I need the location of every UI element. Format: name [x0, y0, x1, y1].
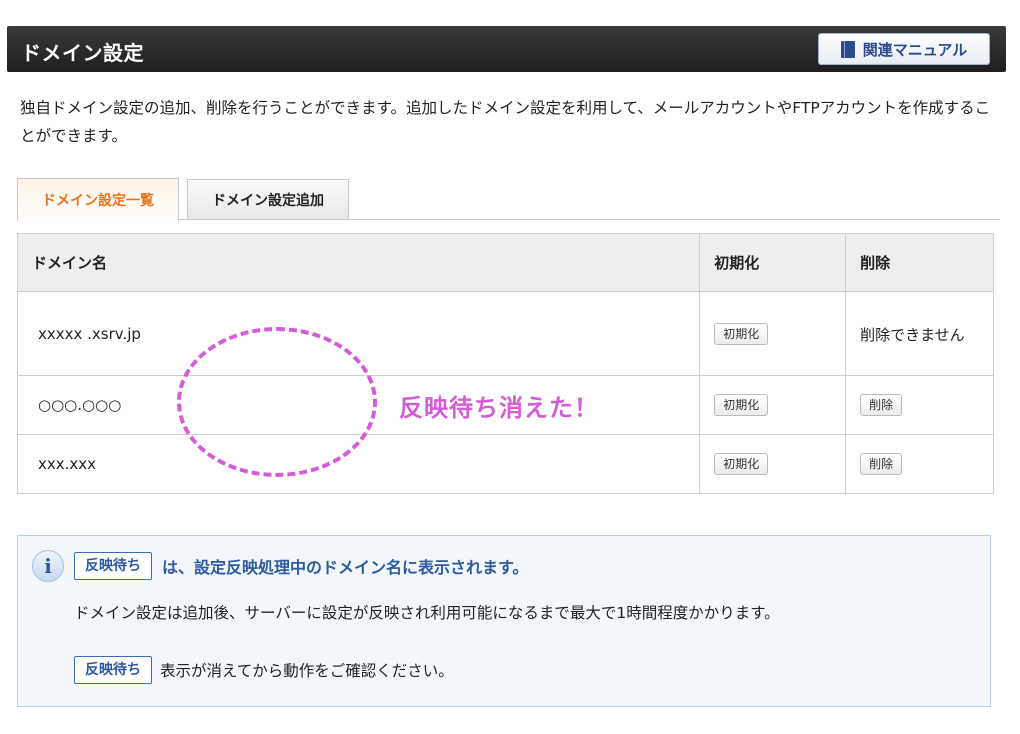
table-row: xxxxx .xsrv.jp 初期化 削除できません: [16, 291, 994, 376]
tab-domain-add[interactable]: ドメイン設定追加: [187, 179, 349, 219]
delete-unavailable-text: 削除できません: [845, 291, 994, 376]
pending-badge: 反映待ち: [74, 552, 152, 580]
info-box: i 反映待ち は、設定反映処理中のドメイン名に表示されます。 ドメイン設定は追加…: [17, 535, 991, 707]
info-heading: 反映待ち は、設定反映処理中のドメイン名に表示されます。: [74, 552, 528, 580]
tab-domain-list[interactable]: ドメイン設定一覧: [17, 178, 179, 221]
delete-button[interactable]: 削除: [860, 453, 903, 475]
delete-button[interactable]: 削除: [860, 394, 903, 416]
init-button[interactable]: 初期化: [714, 453, 769, 475]
delete-cell: 削除: [845, 434, 994, 494]
info-icon: i: [32, 550, 64, 582]
column-header-domain: ドメイン名: [16, 233, 701, 292]
table-row: xxx.xxx 初期化 削除: [16, 434, 994, 494]
info-note-text: 表示が消えてから動作をご確認ください。: [160, 662, 454, 680]
book-icon: [840, 40, 855, 58]
info-heading-text: は、設定反映処理中のドメイン名に表示されます。: [162, 558, 529, 577]
init-cell: 初期化: [699, 434, 847, 494]
column-header-init: 初期化: [699, 233, 847, 292]
tab-bar: ドメイン設定一覧 ドメイン設定追加: [17, 178, 1000, 221]
related-manual-label: 関連マニュアル: [862, 40, 968, 59]
page-title: ドメイン設定: [21, 41, 144, 65]
init-cell: 初期化: [699, 375, 847, 435]
column-header-delete: 削除: [845, 233, 994, 292]
page-description: 独自ドメイン設定の追加、削除を行うことができます。追加したドメイン設定を利用して…: [20, 99, 991, 145]
init-button[interactable]: 初期化: [714, 322, 769, 345]
domain-table: ドメイン名 初期化 削除 xxxxx .xsrv.jp 初期化 削除できません …: [16, 233, 994, 494]
delete-cell: 削除: [845, 375, 994, 435]
page-header: ドメイン設定 関連マニュアル: [7, 26, 1006, 72]
init-button[interactable]: 初期化: [714, 394, 769, 416]
domain-name-cell: xxxxx .xsrv.jp: [16, 291, 701, 376]
info-body: ドメイン設定は追加後、サーバーに設定が反映され利用可能になるまで最大で1時間程度…: [74, 604, 780, 622]
init-cell: 初期化: [699, 291, 847, 376]
domain-name-cell: xxx.xxx: [16, 434, 701, 494]
pending-badge: 反映待ち: [74, 656, 152, 684]
annotation-text: 反映待ち消えた！: [399, 394, 599, 422]
related-manual-button[interactable]: 関連マニュアル: [818, 33, 990, 65]
info-note: 反映待ち 表示が消えてから動作をご確認ください。: [74, 656, 454, 684]
